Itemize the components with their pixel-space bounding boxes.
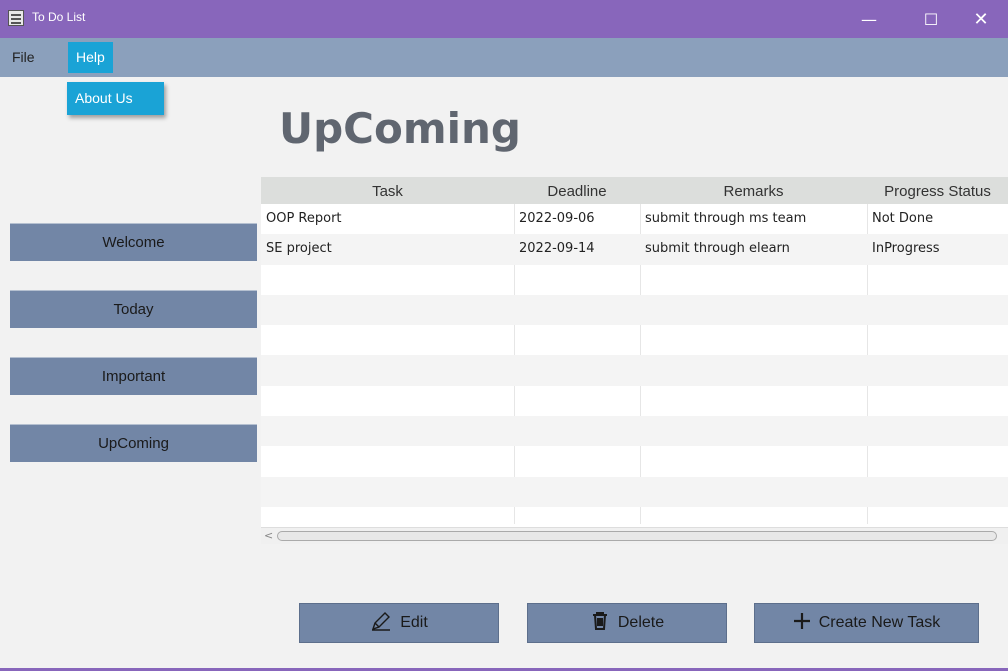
menu-item-about-us[interactable]: About Us [75, 90, 133, 106]
scroll-left-icon[interactable]: < [264, 528, 273, 544]
minimize-button[interactable]: — [846, 0, 892, 38]
create-label: Create New Task [818, 614, 941, 631]
table-row[interactable]: OOP Report 2022-09-06 submit through ms … [261, 204, 1008, 234]
empty-row [261, 416, 1008, 447]
window-title: To Do List [32, 10, 86, 24]
sidebar-item-welcome[interactable]: Welcome [10, 223, 257, 261]
column-header-remarks[interactable]: Remarks [640, 177, 867, 204]
trash-icon [590, 611, 610, 635]
empty-row [261, 386, 1008, 416]
help-dropdown: About Us [67, 82, 164, 115]
empty-row [261, 325, 1008, 355]
cell-task: OOP Report [266, 211, 342, 226]
cell-task: SE project [266, 241, 332, 257]
cell-deadline: 2022-09-06 [519, 211, 595, 226]
scroll-thumb[interactable] [277, 531, 997, 541]
empty-row [261, 446, 1008, 476]
edit-label: Edit [400, 614, 428, 631]
column-header-progress-status[interactable]: Progress Status [867, 177, 1008, 204]
empty-row [261, 294, 1008, 326]
empty-row [261, 265, 1008, 295]
delete-button[interactable]: Delete [527, 603, 727, 643]
delete-label: Delete [617, 614, 665, 631]
sidebar-item-today[interactable]: Today [10, 290, 257, 328]
column-header-task[interactable]: Task [261, 177, 514, 204]
edit-button[interactable]: Edit [299, 603, 499, 643]
cell-progress-status: InProgress [872, 241, 940, 257]
cell-remarks: submit through elearn [645, 241, 790, 257]
page-title: UpComing [279, 104, 521, 153]
column-header-deadline[interactable]: Deadline [514, 177, 640, 204]
table-body: OOP Report 2022-09-06 submit through ms … [261, 204, 1008, 537]
cell-deadline: 2022-09-14 [519, 241, 595, 257]
sidebar-item-upcoming[interactable]: UpComing [10, 424, 257, 462]
menu-help[interactable]: Help [68, 42, 113, 73]
create-new-task-button[interactable]: Create New Task [754, 603, 979, 643]
table-row[interactable]: SE project 2022-09-14 submit through ele… [261, 234, 1008, 265]
app-icon [8, 10, 24, 26]
menu-bar: File Help [0, 38, 1008, 77]
close-button[interactable]: ✕ [958, 0, 1004, 38]
title-bar: To Do List — ☐ ✕ [0, 0, 1008, 38]
menu-file[interactable]: File [0, 38, 43, 77]
cell-progress-status: Not Done [872, 211, 934, 226]
cell-remarks: submit through ms team [645, 211, 807, 226]
table-header: Task Deadline Remarks Progress Status [261, 177, 1008, 204]
maximize-button[interactable]: ☐ [908, 0, 954, 38]
pencil-icon [370, 610, 392, 636]
plus-icon [793, 612, 811, 634]
horizontal-scrollbar[interactable]: < [261, 527, 1008, 544]
tasks-table: Task Deadline Remarks Progress Status OO… [261, 177, 1008, 544]
empty-row [261, 476, 1008, 507]
empty-row [261, 355, 1008, 386]
sidebar-item-important[interactable]: Important [10, 357, 257, 395]
